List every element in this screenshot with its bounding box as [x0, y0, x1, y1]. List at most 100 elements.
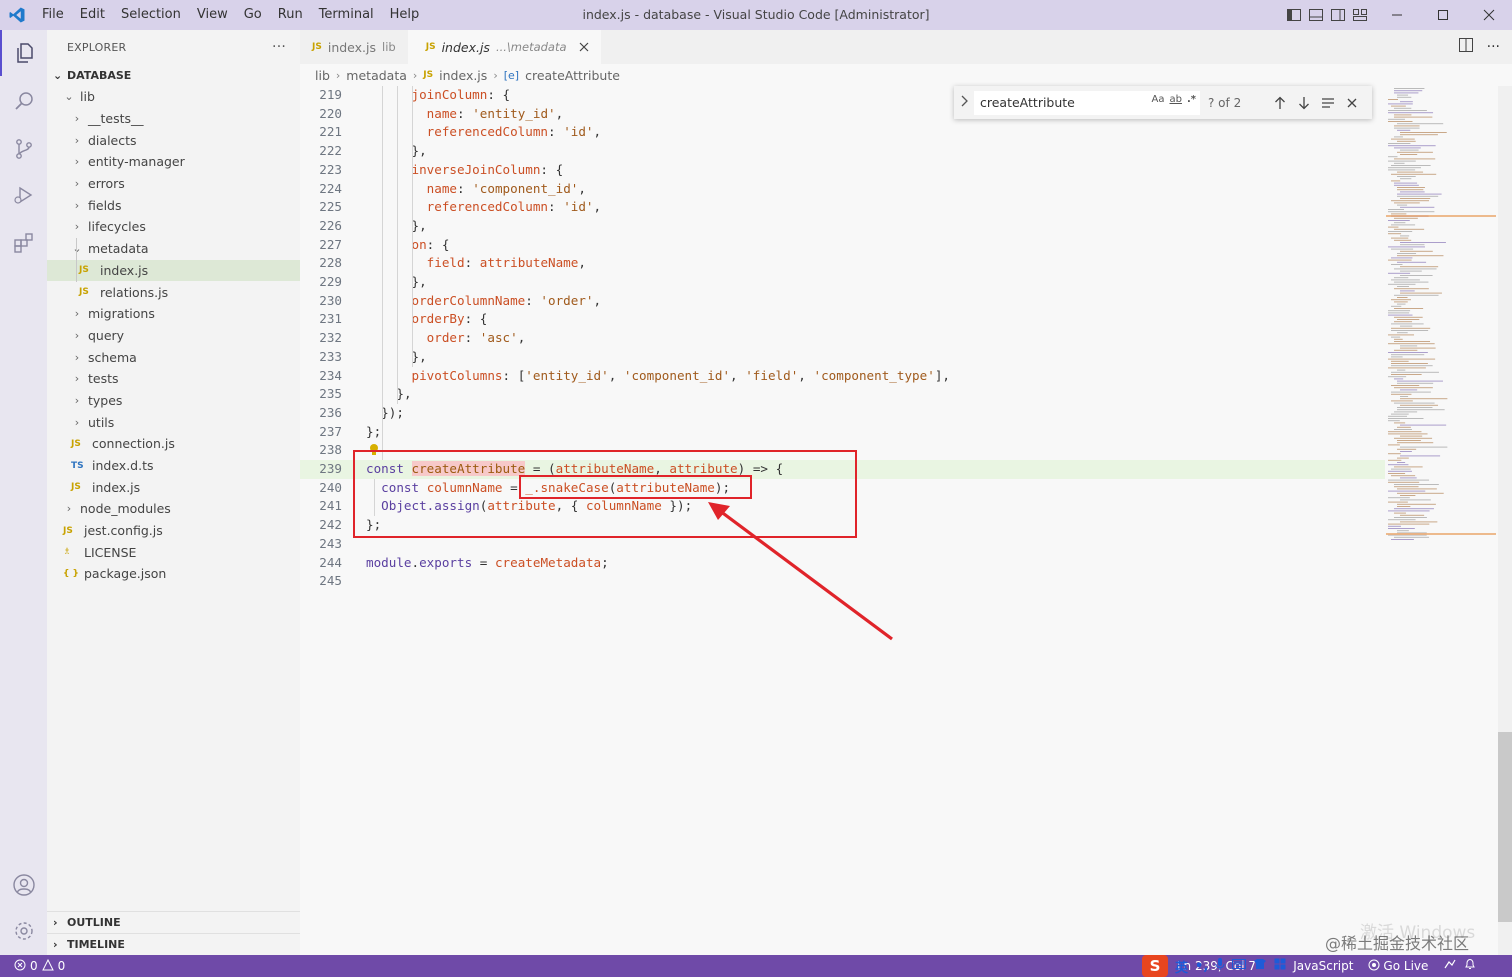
match-whole-word-toggle[interactable]: ab — [1169, 94, 1181, 105]
sogou-ime-icon[interactable]: S — [1142, 955, 1168, 977]
tree-item[interactable]: › migrations — [47, 303, 300, 325]
code-line[interactable]: 226 }, — [300, 217, 1385, 236]
minimize-button[interactable] — [1374, 0, 1420, 30]
tree-item[interactable]: › errors — [47, 173, 300, 195]
tree-item[interactable]: › query — [47, 325, 300, 347]
ime-punctuation-icon[interactable]: •, — [1195, 959, 1208, 974]
toggle-secondary-sidebar-icon[interactable] — [1330, 7, 1346, 23]
account-icon[interactable] — [0, 862, 47, 908]
problems-indicator[interactable]: 0 0 — [0, 958, 73, 974]
settings-gear-icon[interactable] — [0, 908, 47, 954]
tree-item[interactable]: › __tests__ — [47, 108, 300, 130]
tree-item[interactable]: JS relations.js — [47, 281, 300, 303]
breadcrumb-item[interactable]: createAttribute — [525, 68, 620, 83]
customize-layout-icon[interactable] — [1352, 7, 1368, 23]
search-icon[interactable] — [0, 78, 47, 124]
maximize-button[interactable] — [1420, 0, 1466, 30]
tree-item[interactable]: › fields — [47, 194, 300, 216]
close-window-button[interactable] — [1466, 0, 1512, 30]
tree-item[interactable]: JS connection.js — [47, 433, 300, 455]
tree-item[interactable]: › dialects — [47, 129, 300, 151]
code-line[interactable]: 232 order: 'asc', — [300, 329, 1385, 348]
timeline-section[interactable]: › TIMELINE — [47, 933, 300, 955]
code-line[interactable]: 231 orderBy: { — [300, 310, 1385, 329]
go-live-button[interactable]: Go Live — [1368, 959, 1428, 974]
code-line[interactable]: 235 }, — [300, 385, 1385, 404]
feedback-icon[interactable] — [1443, 958, 1457, 974]
tree-item[interactable]: JS index.js — [47, 476, 300, 498]
tree-item[interactable]: TS index.d.ts — [47, 455, 300, 477]
toggle-sidebar-icon[interactable] — [1286, 7, 1302, 23]
more-actions-icon[interactable]: ··· — [1487, 39, 1500, 55]
tab-index-js-lib[interactable]: JS index.js lib — [300, 30, 408, 64]
breadcrumb-item[interactable]: index.js — [439, 68, 487, 83]
scrollbar-thumb[interactable] — [1498, 732, 1512, 922]
menu-run[interactable]: Run — [270, 0, 311, 30]
tree-item[interactable]: { } package.json — [47, 563, 300, 585]
match-case-toggle[interactable]: Aa — [1152, 94, 1165, 105]
use-regex-toggle[interactable]: .* — [1187, 94, 1196, 105]
tree-item[interactable]: JS index.js — [47, 259, 300, 282]
tree-item-label: dialects — [88, 132, 137, 148]
find-input[interactable]: createAttribute Aa ab .* — [974, 90, 1200, 115]
tree-item[interactable]: ⌄ metadata — [47, 238, 300, 260]
code-line[interactable]: 224 name: 'component_id', — [300, 180, 1385, 199]
ime-toolbox-icon[interactable] — [1274, 958, 1286, 974]
previous-match-arrow-up-icon[interactable] — [1268, 91, 1292, 115]
workspace-root[interactable]: ⌄ DATABASE — [47, 64, 300, 86]
code-line[interactable]: 225 referencedColumn: 'id', — [300, 198, 1385, 217]
code-line[interactable]: 229 }, — [300, 273, 1385, 292]
menu-file[interactable]: File — [34, 0, 72, 30]
ime-keyboard-icon[interactable] — [1232, 958, 1247, 974]
outline-section[interactable]: › OUTLINE — [47, 911, 300, 933]
breadcrumb-item[interactable]: lib — [315, 68, 330, 83]
close-find-icon[interactable] — [1340, 91, 1364, 115]
close-tab-icon[interactable] — [579, 40, 589, 55]
tree-item[interactable]: › lifecycles — [47, 216, 300, 238]
tree-item[interactable]: › utils — [47, 411, 300, 433]
split-editor-icon[interactable] — [1458, 38, 1473, 56]
menu-selection[interactable]: Selection — [113, 0, 189, 30]
minimap[interactable] — [1386, 86, 1496, 955]
code-line[interactable]: 230 orderColumnName: 'order', — [300, 292, 1385, 311]
run-debug-icon[interactable] — [0, 172, 47, 218]
menu-help[interactable]: Help — [382, 0, 428, 30]
tree-item[interactable]: ⌄ lib — [47, 86, 300, 108]
code-line[interactable]: 223 inverseJoinColumn: { — [300, 161, 1385, 180]
notifications-bell-icon[interactable] — [1464, 958, 1476, 974]
extensions-icon[interactable] — [0, 220, 47, 266]
chevron-right-icon[interactable] — [960, 94, 970, 111]
code-line[interactable]: 222 }, — [300, 142, 1385, 161]
explorer-more-actions[interactable]: ··· — [272, 39, 286, 55]
language-mode[interactable]: JavaScript — [1293, 959, 1353, 973]
next-match-arrow-down-icon[interactable] — [1292, 91, 1316, 115]
ime-mic-icon[interactable] — [1215, 957, 1225, 975]
menu-terminal[interactable]: Terminal — [311, 0, 382, 30]
tree-item[interactable]: › node_modules — [47, 498, 300, 520]
toggle-panel-icon[interactable] — [1308, 7, 1324, 23]
code-line[interactable]: 236 }); — [300, 404, 1385, 423]
code-line[interactable]: 237}; — [300, 423, 1385, 442]
breadcrumb-item[interactable]: metadata — [346, 68, 407, 83]
tree-item[interactable]: › entity-manager — [47, 151, 300, 173]
tab-index-js-metadata[interactable]: JS index.js ...\metadata — [407, 30, 601, 64]
tree-item[interactable]: › schema — [47, 346, 300, 368]
source-control-icon[interactable] — [0, 126, 47, 172]
menu-view[interactable]: View — [189, 0, 236, 30]
menu-go[interactable]: Go — [236, 0, 270, 30]
code-line[interactable]: 234 pivotColumns: ['entity_id', 'compone… — [300, 367, 1385, 386]
ime-skin-icon[interactable] — [1253, 958, 1267, 974]
code-line[interactable]: 228 field: attributeName, — [300, 254, 1385, 273]
tree-item[interactable]: › types — [47, 390, 300, 412]
code-line[interactable]: 221 referencedColumn: 'id', — [300, 123, 1385, 142]
menu-edit[interactable]: Edit — [72, 0, 113, 30]
code-line[interactable]: 233 }, — [300, 348, 1385, 367]
tree-item[interactable]: ♗ LICENSE — [47, 541, 300, 563]
code-line[interactable]: 227 on: { — [300, 236, 1385, 255]
find-in-selection-icon[interactable] — [1316, 91, 1340, 115]
vertical-scrollbar[interactable] — [1498, 86, 1512, 955]
explorer-icon[interactable] — [0, 30, 47, 76]
tree-item[interactable]: JS jest.config.js — [47, 520, 300, 542]
tree-item[interactable]: › tests — [47, 368, 300, 390]
ime-language[interactable]: 英 — [1175, 957, 1188, 976]
